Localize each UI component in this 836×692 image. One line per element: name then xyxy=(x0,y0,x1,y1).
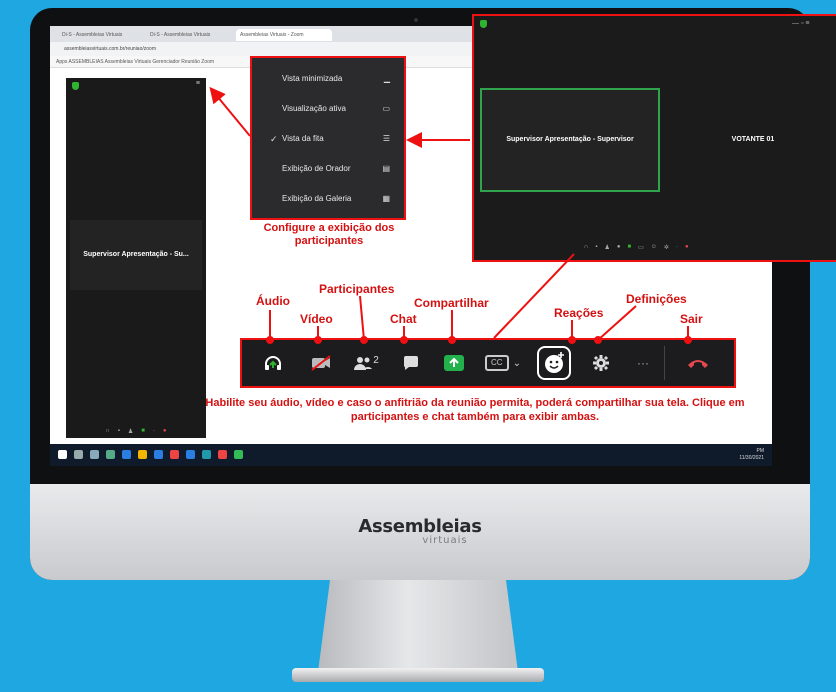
label-leave: Sair xyxy=(680,312,703,326)
app-icon[interactable] xyxy=(106,450,115,459)
speaker-view-icon: ▤ xyxy=(382,164,390,173)
share-button[interactable] xyxy=(436,340,472,386)
headphones-icon[interactable]: ∩ xyxy=(105,428,109,434)
headphones-icon[interactable]: ∩ xyxy=(584,244,588,251)
leave-button[interactable] xyxy=(678,340,718,386)
camera-off-icon xyxy=(311,355,331,371)
participant-count: 2 xyxy=(373,354,379,366)
people-icon xyxy=(354,357,373,370)
settings-button[interactable] xyxy=(584,340,618,386)
app-icon[interactable] xyxy=(234,450,243,459)
chat-icon xyxy=(404,356,418,370)
more-icon[interactable]: · xyxy=(676,244,678,251)
participant-tile: VOTANTE 01 xyxy=(664,88,836,192)
camera-icon[interactable]: ▪ xyxy=(118,428,120,434)
view-menu: Vista minimizada ▁ Visualização ativa ▭ ✓ … xyxy=(250,56,406,220)
share-icon[interactable]: ■ xyxy=(141,428,145,434)
active-view-icon: ▭ xyxy=(382,104,390,113)
reactions-icon xyxy=(537,346,571,380)
monitor-stand xyxy=(318,580,518,672)
chat-icon[interactable]: ● xyxy=(617,244,621,251)
zoom-toolbar: 2 CC ⌄ ··· xyxy=(240,338,736,388)
monitor-base xyxy=(292,668,544,682)
more-icon[interactable]: · xyxy=(153,428,155,434)
reactions-icon[interactable]: ☺ xyxy=(651,244,657,251)
shield-icon xyxy=(480,20,487,28)
chrome-icon[interactable] xyxy=(138,450,147,459)
window-controls[interactable]: — ▫ ≡ xyxy=(792,16,809,32)
participant-tile-active: Supervisor Apresentação - Supervisor xyxy=(480,88,660,192)
app-icon[interactable] xyxy=(202,450,211,459)
label-settings: Definições xyxy=(626,292,687,306)
windows-taskbar: PM 11/30/2021 xyxy=(50,444,772,466)
gear-icon xyxy=(593,355,609,371)
windows-start-icon[interactable] xyxy=(58,450,67,459)
zoom-window-left: ≡ Supervisor Apresentação - Su... ∩ ▪ ♟ … xyxy=(66,78,206,438)
people-icon[interactable]: ♟ xyxy=(128,428,133,435)
task-view-icon[interactable] xyxy=(90,450,99,459)
reactions-button[interactable] xyxy=(534,340,574,386)
label-chat: Chat xyxy=(390,312,417,326)
search-icon[interactable] xyxy=(74,450,83,459)
audio-button[interactable] xyxy=(256,340,290,386)
check-icon: ✓ xyxy=(270,134,278,144)
menu-item-strip-view[interactable]: ✓ Vista da fita ☰ xyxy=(252,126,404,152)
minimize-icon: ▁ xyxy=(383,74,390,83)
headphones-icon xyxy=(265,356,281,370)
leave-icon[interactable]: ● xyxy=(163,428,167,434)
chat-button[interactable] xyxy=(394,340,428,386)
menu-item-speaker-view[interactable]: Exibição de Orador ▤ xyxy=(252,156,404,182)
menu-item-active-view[interactable]: Visualização ativa ▭ xyxy=(252,96,404,122)
webcam xyxy=(414,18,418,22)
zoom-mini-toolbar: ∩ ▪ ♟ ● ■ ▭ ☺ ✲ · ● xyxy=(584,244,689,251)
zoom-titlebar xyxy=(474,16,836,32)
zoom-window-strip: — ▫ ≡ Supervisor Apresentação - Supervis… xyxy=(472,14,836,262)
label-participants: Participantes xyxy=(319,282,395,296)
strip-view-icon: ☰ xyxy=(382,134,390,143)
app-icon[interactable] xyxy=(154,450,163,459)
menu-caption: Configure a exibição dos participantes xyxy=(263,222,395,247)
label-video: Vídeo xyxy=(300,312,333,326)
divider xyxy=(664,346,665,380)
shield-icon xyxy=(72,82,79,90)
gallery-view-icon: ▦ xyxy=(382,194,390,203)
taskbar-clock[interactable]: PM 11/30/2021 xyxy=(739,448,764,462)
video-button[interactable] xyxy=(304,340,338,386)
chevron-down-icon[interactable]: ⌄ xyxy=(513,358,521,369)
app-icon[interactable] xyxy=(186,450,195,459)
more-button[interactable]: ··· xyxy=(626,340,660,386)
menu-item-gallery-view[interactable]: Exibição da Galeria ▦ xyxy=(252,186,404,212)
app-icon[interactable] xyxy=(218,450,227,459)
share-icon[interactable]: ■ xyxy=(627,244,631,251)
hang-up-icon xyxy=(688,360,708,368)
participants-button[interactable]: 2 xyxy=(346,340,386,386)
label-audio: Áudio xyxy=(256,294,290,308)
people-icon[interactable]: ♟ xyxy=(604,244,609,251)
browser-tab[interactable]: Di-S - Assembleias Virtuais xyxy=(146,29,232,41)
app-icon[interactable] xyxy=(170,450,179,459)
settings-icon[interactable]: ✲ xyxy=(664,244,669,251)
view-menu-icon[interactable]: ≡ xyxy=(196,80,200,87)
zoom-titlebar: ≡ xyxy=(66,78,206,92)
label-reactions: Reações xyxy=(554,306,604,320)
leave-icon[interactable]: ● xyxy=(685,244,689,251)
share-screen-icon xyxy=(444,355,464,371)
label-share: Compartilhar xyxy=(414,296,489,310)
camera-icon[interactable]: ▪ xyxy=(595,244,597,251)
menu-item-minimized[interactable]: Vista minimizada ▁ xyxy=(252,66,404,92)
browser-tab[interactable]: Di-S - Assembleias Virtuais xyxy=(58,29,142,41)
app-icon[interactable] xyxy=(122,450,131,459)
zoom-mini-toolbar: ∩ ▪ ♟ ■ · ● xyxy=(66,424,206,438)
participant-video: Supervisor Apresentação - Su... xyxy=(70,220,202,290)
captions-button[interactable]: CC ⌄ xyxy=(480,340,526,386)
cc-icon: CC xyxy=(484,355,509,371)
brand-logo: Assembleias virtuais xyxy=(358,516,482,546)
toolbar-caption: Habilite seu áudio, vídeo e caso o anfit… xyxy=(205,397,745,423)
cc-icon[interactable]: ▭ xyxy=(638,244,644,251)
browser-tab-active[interactable]: Assembleias Virtuais - Zoom xyxy=(236,29,332,41)
